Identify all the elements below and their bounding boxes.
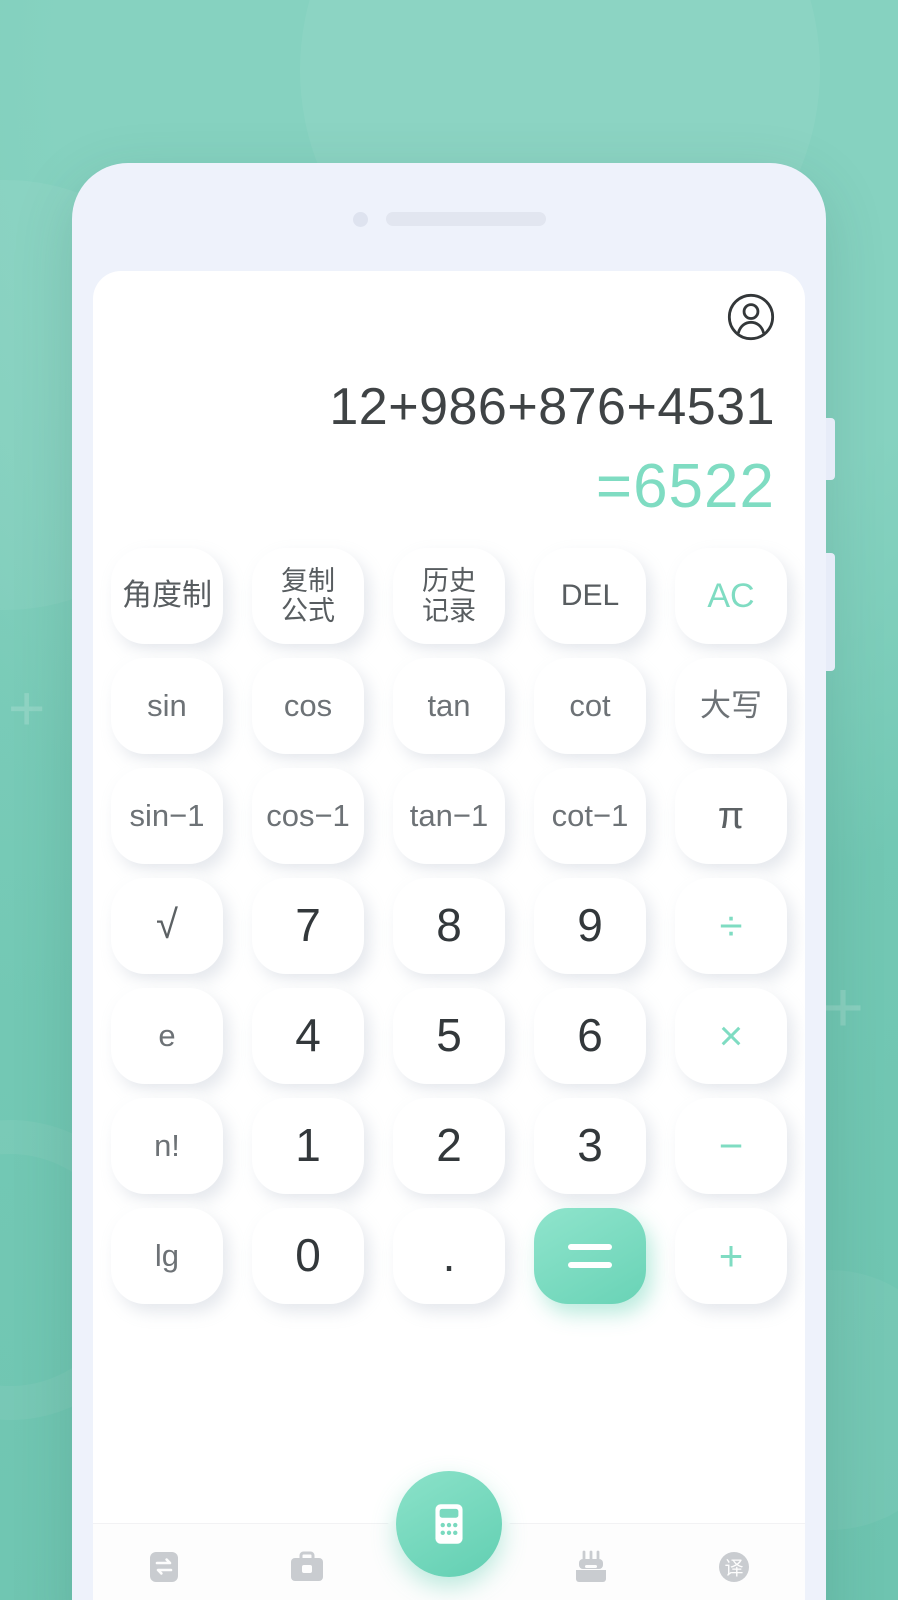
- key-degree-mode[interactable]: 角度制: [111, 547, 223, 644]
- key-copy-formula[interactable]: 复制 公式: [252, 547, 364, 644]
- phone-mockup: 12+986+876+4531 =6522 角度制 复制 公式 历史 记录 DEL AC…: [72, 163, 835, 1600]
- decorative-plus-icon: +: [822, 968, 865, 1048]
- nav-birthday[interactable]: 生日: [520, 1546, 662, 1600]
- key-2[interactable]: 2: [393, 1097, 505, 1194]
- key-4[interactable]: 4: [252, 987, 364, 1084]
- nav-item-label: 拍照翻译: [688, 1595, 780, 1600]
- key-minus[interactable]: −: [675, 1097, 787, 1194]
- keypad-row: sin−1 cos−1 tan−1 cot−1 π: [111, 767, 787, 864]
- key-pi[interactable]: π: [675, 767, 787, 864]
- calculator-keypad: 角度制 复制 公式 历史 记录 DEL AC sin cos tan cot 大写 sin−1 cos…: [93, 526, 805, 1523]
- nav-life-tools[interactable]: 生活工具: [235, 1546, 377, 1600]
- key-plus[interactable]: +: [675, 1207, 787, 1304]
- key-0[interactable]: 0: [252, 1207, 364, 1304]
- nav-multifunction[interactable]: 多功能: [93, 1546, 235, 1600]
- decorative-plus-icon: +: [8, 672, 46, 744]
- key-7[interactable]: 7: [252, 877, 364, 974]
- keypad-row: e 4 5 6 ×: [111, 987, 787, 1084]
- key-e[interactable]: e: [111, 987, 223, 1084]
- key-log10[interactable]: lg: [111, 1207, 223, 1304]
- key-3[interactable]: 3: [534, 1097, 646, 1194]
- key-cos[interactable]: cos: [252, 657, 364, 754]
- key-arctan[interactable]: tan−1: [393, 767, 505, 864]
- key-equals[interactable]: [534, 1207, 646, 1304]
- nav-item-label: 生日: [568, 1595, 614, 1600]
- key-decimal[interactable]: .: [393, 1207, 505, 1304]
- key-1[interactable]: 1: [252, 1097, 364, 1194]
- svg-text:译: 译: [724, 1558, 743, 1580]
- key-uppercase[interactable]: 大写: [675, 657, 787, 754]
- nav-photo-translate[interactable]: 译拍照翻译: [663, 1546, 805, 1600]
- app-screen: 12+986+876+4531 =6522 角度制 复制 公式 历史 记录 DEL AC…: [93, 271, 805, 1600]
- key-factorial[interactable]: n!: [111, 1097, 223, 1194]
- key-divide[interactable]: ÷: [675, 877, 787, 974]
- key-arcsin[interactable]: sin−1: [111, 767, 223, 864]
- translate-icon: 译: [713, 1546, 755, 1588]
- bottom-nav-wrap: 多功能 生活工具 生日 译拍照翻译: [93, 1471, 805, 1600]
- key-9[interactable]: 9: [534, 877, 646, 974]
- key-delete[interactable]: DEL: [534, 547, 646, 644]
- phone-earpiece: [72, 211, 826, 227]
- toolbox-icon: [286, 1546, 328, 1588]
- result-text: =6522: [595, 452, 775, 522]
- calculator-display: 12+986+876+4531 =6522: [93, 363, 805, 526]
- exchange-icon: [143, 1546, 185, 1588]
- phone-volume-button[interactable]: [826, 418, 835, 480]
- key-6[interactable]: 6: [534, 987, 646, 1084]
- equals-glyph: [568, 1243, 612, 1268]
- key-multiply[interactable]: ×: [675, 987, 787, 1084]
- key-8[interactable]: 8: [393, 877, 505, 974]
- expression-text: 12+986+876+4531: [329, 378, 775, 436]
- app-topbar: [93, 271, 805, 363]
- front-camera-icon: [352, 211, 368, 227]
- key-arccos[interactable]: cos−1: [252, 767, 364, 864]
- key-all-clear[interactable]: AC: [675, 547, 787, 644]
- keypad-row: sin cos tan cot 大写: [111, 657, 787, 754]
- nav-item-label: 多功能: [130, 1595, 199, 1600]
- key-square-root[interactable]: √: [111, 877, 223, 974]
- earpiece-speaker: [385, 212, 546, 226]
- nav-calculator-fab[interactable]: [396, 1471, 502, 1577]
- key-history[interactable]: 历史 记录: [393, 547, 505, 644]
- keypad-row: n! 1 2 3−: [111, 1097, 787, 1194]
- key-arccot[interactable]: cot−1: [534, 767, 646, 864]
- phone-power-button[interactable]: [826, 553, 835, 671]
- user-circle-icon[interactable]: [725, 291, 777, 343]
- keypad-row: √ 7 8 9 ÷: [111, 877, 787, 974]
- key-cot[interactable]: cot: [534, 657, 646, 754]
- nav-item-label: 生活工具: [261, 1595, 353, 1600]
- key-5[interactable]: 5: [393, 987, 505, 1084]
- keypad-row: 角度制 复制 公式 历史 记录 DEL AC: [111, 547, 787, 644]
- key-sin[interactable]: sin: [111, 657, 223, 754]
- keypad-row: lg 0. +: [111, 1207, 787, 1304]
- calculator-icon: [435, 1504, 463, 1544]
- key-tan[interactable]: tan: [393, 657, 505, 754]
- birthday-cake-icon: [570, 1546, 612, 1588]
